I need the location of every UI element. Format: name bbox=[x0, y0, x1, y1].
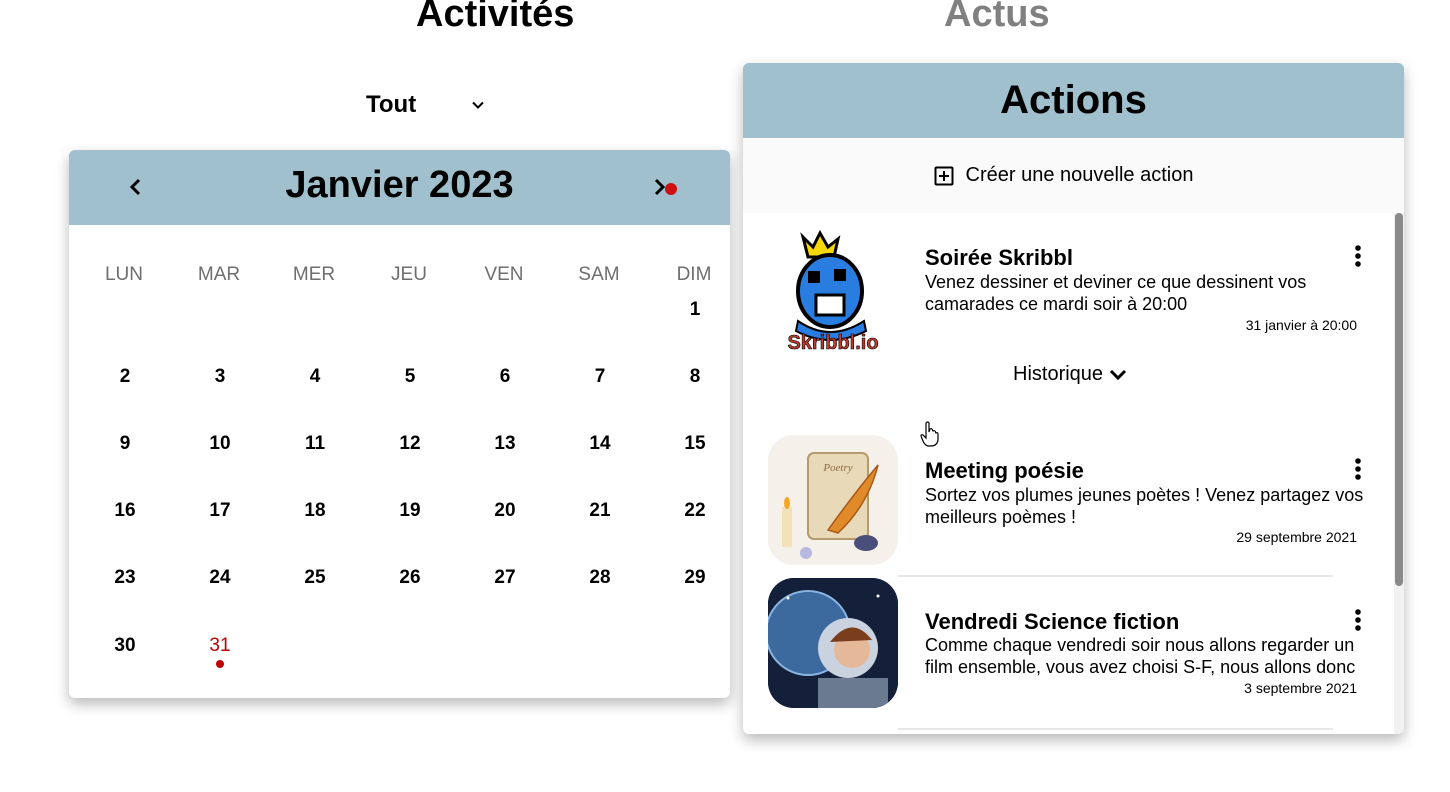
item-divider bbox=[898, 728, 1333, 730]
calendar-day[interactable]: 1 bbox=[665, 298, 725, 322]
skribbl-thumbnail: Skribbl.io bbox=[768, 223, 898, 353]
calendar-day[interactable]: 25 bbox=[285, 566, 345, 590]
poetry-image: Poetry bbox=[768, 435, 898, 565]
weekday-label: DIM bbox=[676, 264, 712, 285]
more-options-icon[interactable] bbox=[1353, 609, 1363, 631]
add-square-icon bbox=[934, 166, 954, 185]
calendar-day[interactable]: 19 bbox=[380, 499, 440, 523]
calendar-day[interactable]: 24 bbox=[190, 566, 250, 590]
calendar-header: Janvier 2023 bbox=[69, 150, 730, 225]
activity-filter-select[interactable]: Tout bbox=[366, 88, 496, 122]
weekday-label: JEU bbox=[391, 264, 427, 285]
calendar-day[interactable]: 8 bbox=[665, 365, 725, 389]
actions-panel: Actions Créer une nouvelle action Skribb… bbox=[743, 63, 1404, 734]
calendar-month-title: Janvier 2023 bbox=[285, 164, 514, 206]
scifi-thumbnail bbox=[768, 578, 898, 708]
history-toggle-button[interactable]: Historique bbox=[1013, 363, 1127, 386]
calendar-day[interactable]: 14 bbox=[570, 432, 630, 456]
calendar: Janvier 2023 LUN MAR MER JEU VEN SAM DIM 12345… bbox=[69, 150, 730, 698]
action-date: 29 septembre 2021 bbox=[1236, 529, 1357, 545]
action-description: Venez dessiner et deviner ce que dessine… bbox=[925, 272, 1307, 314]
item-divider bbox=[898, 575, 1333, 577]
poetry-image-text: Poetry bbox=[822, 462, 852, 474]
tab-news[interactable]: Actus bbox=[944, 0, 1050, 42]
calendar-day[interactable]: 5 bbox=[380, 365, 440, 389]
calendar-day[interactable]: 15 bbox=[665, 432, 725, 456]
calendar-day[interactable]: 9 bbox=[95, 432, 155, 456]
skribbl-logo-image: Skribbl.io bbox=[787, 229, 879, 353]
calendar-day[interactable]: 16 bbox=[95, 499, 155, 523]
calendar-day[interactable]: 17 bbox=[190, 499, 250, 523]
more-options-icon[interactable] bbox=[1353, 458, 1363, 480]
filter-selected-value: Tout bbox=[366, 91, 417, 118]
weekday-label: MAR bbox=[197, 264, 241, 285]
calendar-day[interactable]: 31 bbox=[190, 634, 250, 658]
calendar-day[interactable]: 23 bbox=[95, 566, 155, 590]
chevron-down-icon bbox=[472, 101, 484, 109]
action-item[interactable]: Poetry Meeting poésie Sortez vos plumes … bbox=[743, 435, 1394, 580]
calendar-day[interactable]: 11 bbox=[285, 432, 345, 456]
calendar-day[interactable]: 10 bbox=[190, 432, 250, 456]
poetry-thumbnail: Poetry bbox=[768, 435, 898, 565]
calendar-day[interactable]: 3 bbox=[190, 365, 250, 389]
weekday-label: MER bbox=[292, 264, 336, 285]
scrollbar-track[interactable] bbox=[1394, 213, 1404, 734]
calendar-day[interactable]: 4 bbox=[285, 365, 345, 389]
calendar-day[interactable]: 20 bbox=[475, 499, 535, 523]
weekday-label: SAM bbox=[578, 264, 620, 285]
action-date: 3 septembre 2021 bbox=[1244, 680, 1357, 696]
calendar-day[interactable]: 6 bbox=[475, 365, 535, 389]
action-item[interactable]: Skribbl.io Soirée Skribbl Venez dessiner… bbox=[743, 213, 1394, 443]
action-description: Comme chaque vendredi soir nous allons r… bbox=[925, 635, 1356, 677]
action-item[interactable]: Vendredi Science fiction Comme chaque ve… bbox=[743, 578, 1394, 733]
chevron-down-icon bbox=[1109, 369, 1127, 380]
calendar-day[interactable]: 22 bbox=[665, 499, 725, 523]
calendar-day[interactable]: 2 bbox=[95, 365, 155, 389]
calendar-day[interactable]: 26 bbox=[380, 566, 440, 590]
more-options-icon[interactable] bbox=[1353, 245, 1363, 267]
calendar-day[interactable]: 12 bbox=[380, 432, 440, 456]
calendar-day[interactable]: 18 bbox=[285, 499, 345, 523]
create-action-button[interactable]: Créer une nouvelle action bbox=[743, 138, 1404, 213]
weekday-row: LUN MAR MER JEU VEN SAM DIM bbox=[69, 264, 730, 288]
scrollbar-thumb[interactable] bbox=[1395, 213, 1403, 586]
calendar-day[interactable]: 27 bbox=[475, 566, 535, 590]
actions-panel-title: Actions bbox=[743, 63, 1404, 138]
action-title: Meeting poésie bbox=[925, 458, 1084, 483]
next-month-event-indicator bbox=[665, 183, 677, 195]
hand-cursor-icon bbox=[920, 421, 939, 447]
action-description: Sortez vos plumes jeunes poètes ! Venez … bbox=[925, 485, 1364, 527]
action-date: 31 janvier à 20:00 bbox=[1245, 317, 1357, 333]
actions-list[interactable]: Skribbl.io Soirée Skribbl Venez dessiner… bbox=[743, 213, 1404, 734]
action-title: Soirée Skribbl bbox=[925, 245, 1073, 270]
tab-activities[interactable]: Activités bbox=[416, 0, 574, 42]
calendar-day[interactable]: 29 bbox=[665, 566, 725, 590]
weekday-label: VEN bbox=[484, 264, 524, 285]
calendar-day[interactable]: 13 bbox=[475, 432, 535, 456]
action-title: Vendredi Science fiction bbox=[925, 609, 1180, 634]
skribbl-logo-text: Skribbl.io bbox=[787, 332, 878, 353]
scifi-image bbox=[768, 578, 898, 708]
weekday-label: LUN bbox=[104, 264, 143, 285]
calendar-day[interactable]: 28 bbox=[570, 566, 630, 590]
calendar-day[interactable]: 30 bbox=[95, 634, 155, 658]
create-action-label: Créer une nouvelle action bbox=[965, 164, 1194, 186]
calendar-day[interactable]: 7 bbox=[570, 365, 630, 389]
calendar-day[interactable]: 21 bbox=[570, 499, 630, 523]
history-label: Historique bbox=[1013, 363, 1104, 385]
event-indicator-dot bbox=[216, 660, 224, 668]
